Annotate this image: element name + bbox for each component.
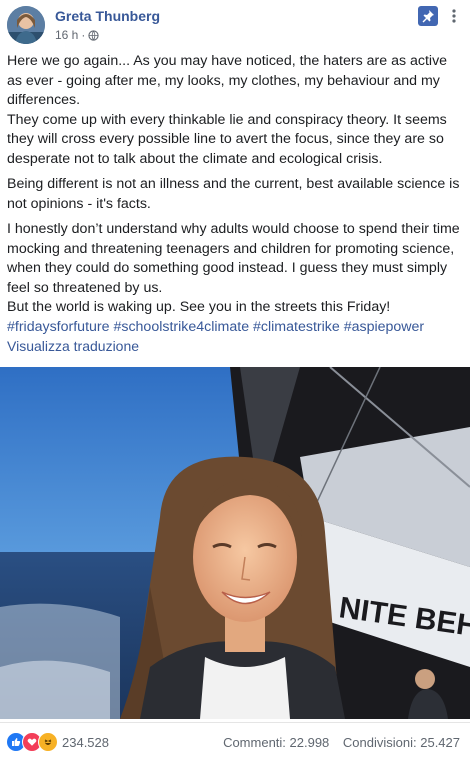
hashtags[interactable]: #fridaysforfuture #schoolstrike4climate … bbox=[7, 318, 463, 338]
text-line: as ever - going after me, my looks, my c… bbox=[7, 72, 440, 89]
text-line: mocking and threatening teenagers and ch… bbox=[7, 240, 455, 257]
haha-reaction-icon bbox=[38, 732, 58, 752]
post-header: Greta Thunberg 16 h · bbox=[0, 0, 470, 50]
author-name[interactable]: Greta Thunberg bbox=[55, 8, 160, 24]
comments-count[interactable]: Commenti: 22.998 bbox=[223, 735, 329, 750]
text-line: They come up with every thinkable lie an… bbox=[7, 111, 447, 128]
text-line: feel so threatened by us. bbox=[7, 279, 163, 296]
post-time[interactable]: 16 h bbox=[55, 28, 78, 42]
text-line: differences. bbox=[7, 92, 81, 108]
engagement-stats: Commenti: 22.998 Condivisioni: 25.427 bbox=[213, 735, 460, 750]
text-line: not opinions - it's facts. bbox=[7, 195, 151, 212]
shares-count[interactable]: Condivisioni: 25.427 bbox=[343, 735, 460, 750]
text-line: But the world is waking up. See you in t… bbox=[7, 299, 391, 315]
text-line: desperate not to talk about the climate … bbox=[7, 150, 383, 167]
laugh-icon bbox=[44, 739, 52, 745]
paragraph-1: Here we go again... As you may have noti… bbox=[7, 52, 463, 169]
more-icon bbox=[452, 9, 456, 23]
text-line: I honestly don’t understand why adults w… bbox=[7, 221, 460, 237]
thumbs-up-icon bbox=[12, 738, 21, 746]
heart-icon bbox=[27, 738, 37, 746]
text-line: when they could do something good instea… bbox=[7, 260, 448, 276]
reactions-summary[interactable]: 234.528 bbox=[6, 732, 109, 752]
post-photo[interactable]: NITE BEHI bbox=[0, 367, 470, 719]
globe-icon[interactable] bbox=[88, 29, 99, 41]
text-line: Here we go again... As you may have noti… bbox=[7, 53, 448, 69]
text-line: they will cross every possible line to a… bbox=[7, 131, 444, 147]
avatar-image bbox=[7, 6, 45, 44]
paragraph-2: Being different is not an illness and th… bbox=[7, 175, 463, 214]
pinned-post-button[interactable] bbox=[418, 6, 438, 26]
meta-separator: · bbox=[81, 28, 86, 42]
author-avatar[interactable] bbox=[7, 6, 45, 44]
pin-icon bbox=[422, 10, 434, 23]
post-footer: 234.528 Commenti: 22.998 Condivisioni: 2… bbox=[0, 722, 470, 760]
post-options-button[interactable] bbox=[446, 6, 462, 26]
post-meta: 16 h · bbox=[55, 28, 99, 42]
text-line: Being different is not an illness and th… bbox=[7, 176, 460, 192]
facebook-post: Greta Thunberg 16 h · Here we go again..… bbox=[0, 0, 470, 759]
photo-image: NITE BEHI bbox=[0, 367, 470, 719]
paragraph-3: I honestly don’t understand why adults w… bbox=[7, 220, 463, 337]
see-translation-link[interactable]: Visualizza traduzione bbox=[7, 338, 139, 354]
post-text: Here we go again... As you may have noti… bbox=[7, 52, 463, 343]
reaction-count[interactable]: 234.528 bbox=[62, 735, 109, 750]
